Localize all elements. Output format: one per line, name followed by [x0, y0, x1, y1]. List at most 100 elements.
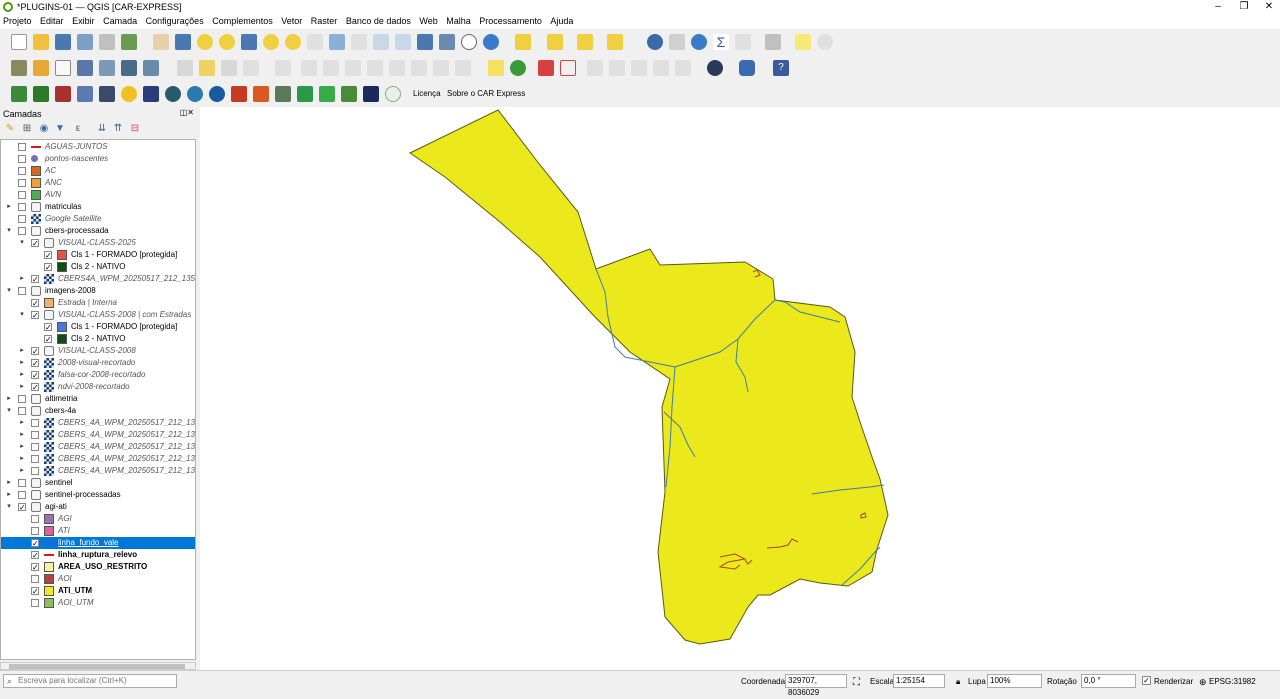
- layer-visibility-checkbox[interactable]: [31, 431, 39, 439]
- new-geopackage-icon[interactable]: [33, 60, 49, 76]
- zoom-out-icon[interactable]: [219, 34, 235, 50]
- add-raster-icon[interactable]: [77, 60, 93, 76]
- layer-visibility-checkbox[interactable]: ✓: [31, 383, 39, 392]
- menu-raster[interactable]: Raster: [308, 14, 341, 28]
- expand-arrow-icon[interactable]: ▾: [5, 501, 13, 513]
- layer-row[interactable]: ✓ Estrada | Interna: [1, 297, 195, 309]
- new-3d-view-icon[interactable]: [395, 34, 411, 50]
- add-wfs-icon[interactable]: [143, 60, 159, 76]
- layer-row[interactable]: ▸ CBERS_4A_WPM_20250517_212_135_: [1, 441, 195, 453]
- car-report-icon[interactable]: [363, 86, 379, 102]
- car-water-icon[interactable]: [209, 86, 225, 102]
- identify-icon[interactable]: [647, 34, 663, 50]
- layer-visibility-checkbox[interactable]: ✓: [18, 503, 26, 512]
- locator-search-input[interactable]: Escreva para localizar (Ctrl+K): [3, 674, 177, 688]
- layer-visibility-checkbox[interactable]: [18, 407, 26, 415]
- add-group-icon[interactable]: ⊞: [21, 123, 33, 135]
- layer-visibility-checkbox[interactable]: ✓: [44, 323, 52, 332]
- zoom-native-icon[interactable]: [307, 34, 323, 50]
- expand-arrow-icon[interactable]: ▸: [18, 273, 26, 285]
- layer-row[interactable]: AGUAS-JUNTOS: [1, 141, 195, 153]
- layer-row[interactable]: ▸ altimetria: [1, 393, 195, 405]
- zoom-in-icon[interactable]: [197, 34, 213, 50]
- layer-visibility-checkbox[interactable]: [18, 287, 26, 295]
- car-terrain-icon[interactable]: [275, 86, 291, 102]
- digitize-shape-5-icon[interactable]: [675, 60, 691, 76]
- copy-features-icon[interactable]: [367, 60, 383, 76]
- layer-row[interactable]: ✓ Cls 2 - NATIVO: [1, 261, 195, 273]
- layer-visibility-checkbox[interactable]: ✓: [31, 275, 39, 284]
- layer-visibility-checkbox[interactable]: ✓: [31, 551, 39, 560]
- license-link[interactable]: Licença: [413, 89, 441, 98]
- refresh-icon[interactable]: [483, 34, 499, 50]
- collapse-all-icon[interactable]: ⇈: [112, 123, 124, 135]
- layer-visibility-checkbox[interactable]: [18, 395, 26, 403]
- menu-complementos[interactable]: Complementos: [209, 14, 276, 28]
- layer-row[interactable]: ▸ CBERS_4A_WPM_20250517_212_135_: [1, 453, 195, 465]
- layer-row[interactable]: ▾ cbers-processada: [1, 225, 195, 237]
- car-fire-icon[interactable]: [231, 86, 247, 102]
- layer-row[interactable]: ▸ ✓ 2008-visual-recortado: [1, 357, 195, 369]
- redo-icon[interactable]: [433, 60, 449, 76]
- layer-row[interactable]: ▸ sentinel-processadas: [1, 489, 195, 501]
- zoom-next-icon[interactable]: [351, 34, 367, 50]
- layer-visibility-checkbox[interactable]: [18, 167, 26, 175]
- open-field-calculator-icon[interactable]: [735, 34, 751, 50]
- car-tree-icon[interactable]: [319, 86, 335, 102]
- map-svg[interactable]: [200, 107, 1280, 670]
- map-canvas[interactable]: [200, 107, 1280, 670]
- layer-visibility-checkbox[interactable]: [18, 215, 26, 223]
- expand-arrow-icon[interactable]: ▾: [5, 285, 13, 297]
- expand-arrow-icon[interactable]: ▸: [18, 453, 26, 465]
- layer-visibility-checkbox[interactable]: ✓: [44, 335, 52, 344]
- toggle-extents-icon[interactable]: ⛶: [853, 677, 860, 688]
- manage-themes-icon[interactable]: ◉: [38, 123, 50, 135]
- layer-row[interactable]: ✓ Cls 2 - NATIVO: [1, 333, 195, 345]
- car-sun-icon[interactable]: [121, 86, 137, 102]
- layer-row[interactable]: ✓ ATI_UTM: [1, 585, 195, 597]
- layer-visibility-checkbox[interactable]: [18, 479, 26, 487]
- digitize-shape-2-icon[interactable]: [609, 60, 625, 76]
- modify-attributes-icon[interactable]: [301, 60, 317, 76]
- expand-arrow-icon[interactable]: ▾: [5, 225, 13, 237]
- python-console-icon[interactable]: [739, 60, 755, 76]
- zoom-selection-icon[interactable]: [263, 34, 279, 50]
- menu-configuracoes[interactable]: Configurações: [143, 14, 207, 28]
- scale-field[interactable]: 1:25154: [893, 674, 945, 688]
- about-car-express-link[interactable]: Sobre o CAR Express: [447, 89, 525, 98]
- layer-row[interactable]: ✓ linha_ruptura_relevo: [1, 549, 195, 561]
- menu-projeto[interactable]: Projeto: [0, 14, 35, 28]
- layer-row[interactable]: ▾ imagens-2008: [1, 285, 195, 297]
- menu-vetor[interactable]: Vetor: [278, 14, 305, 28]
- save-edits-icon[interactable]: [221, 60, 237, 76]
- car-classify-icon[interactable]: [165, 86, 181, 102]
- layer-visibility-checkbox[interactable]: [31, 419, 39, 427]
- expand-arrow-icon[interactable]: ▸: [18, 429, 26, 441]
- filter-legend-icon[interactable]: ▼: [54, 123, 66, 135]
- ati-utm-polygon[interactable]: [409, 109, 889, 645]
- layer-visibility-checkbox[interactable]: ✓: [31, 563, 39, 572]
- layer-row[interactable]: ▸ matriculas: [1, 201, 195, 213]
- car-app-icon[interactable]: [341, 86, 357, 102]
- digitize-icon[interactable]: [243, 60, 259, 76]
- menu-exibir[interactable]: Exibir: [69, 14, 98, 28]
- coordinate-field[interactable]: 329707, 8036029: [785, 674, 847, 697]
- render-checkbox[interactable]: ✓: [1142, 676, 1151, 685]
- zoom-layer-icon[interactable]: [285, 34, 301, 50]
- layer-row[interactable]: Google Satellite: [1, 213, 195, 225]
- label-tool-icon[interactable]: [488, 60, 504, 76]
- expand-arrow-icon[interactable]: ▸: [5, 489, 13, 501]
- digitize-shape-4-icon[interactable]: [653, 60, 669, 76]
- car-settings-icon[interactable]: [77, 86, 93, 102]
- toggle-editing-icon[interactable]: [199, 60, 215, 76]
- layer-tree[interactable]: AGUAS-JUNTOS pontos-nascentes AC ANC AVN ▸ mat…: [0, 139, 196, 660]
- expand-arrow-icon[interactable]: ▾: [18, 309, 26, 321]
- expand-arrow-icon[interactable]: ▾: [18, 237, 26, 249]
- digitize-shape-1-icon[interactable]: [587, 60, 603, 76]
- minimize-button[interactable]: –: [1212, 1, 1224, 13]
- menu-banco-de-dados[interactable]: Banco de dados: [343, 14, 414, 28]
- lock-scale-icon[interactable]: 🔒︎: [956, 677, 960, 687]
- layer-row[interactable]: ▾ ✓ VISUAL-CLASS-2008 | com Estradas: [1, 309, 195, 321]
- layer-row[interactable]: ANC: [1, 177, 195, 189]
- menu-camada[interactable]: Camada: [100, 14, 140, 28]
